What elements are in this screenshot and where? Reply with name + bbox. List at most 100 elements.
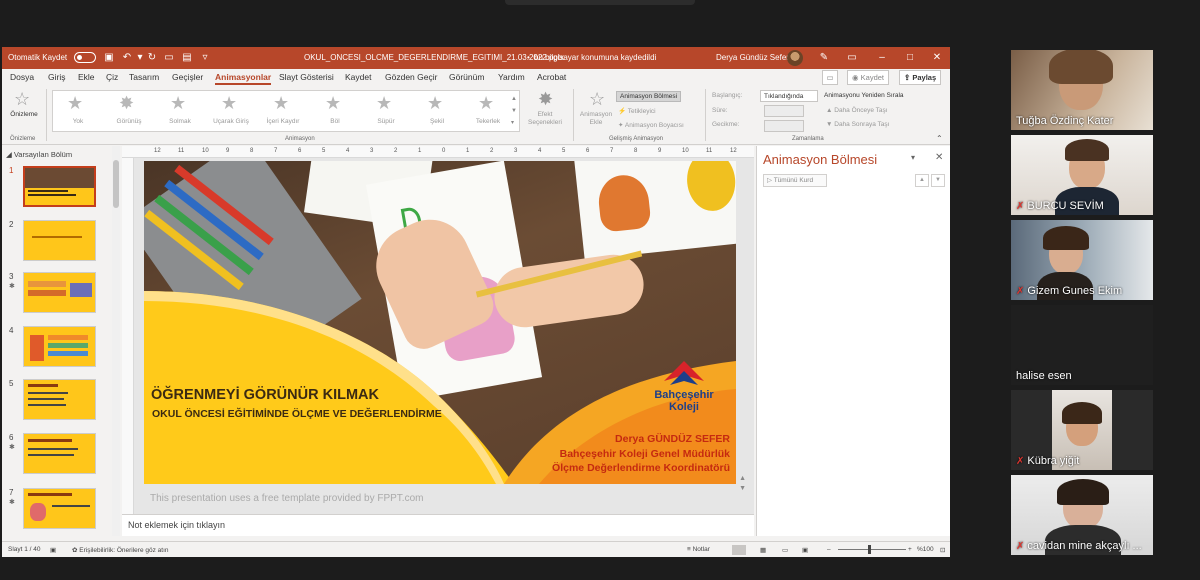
pen-icon[interactable]: ✎ xyxy=(817,51,831,65)
pane-options-icon[interactable]: ▾ xyxy=(911,153,915,162)
gallery-scroll-icon[interactable]: ▲ ▼ ▾ xyxy=(511,93,517,129)
anim-none-icon[interactable]: ★ xyxy=(67,93,83,114)
move-up-icon[interactable]: ▲ xyxy=(915,174,929,187)
zoom-in-icon[interactable]: + xyxy=(908,546,912,553)
user-name[interactable]: Derya Gündüz Sefer xyxy=(716,47,789,69)
animation-painter-button[interactable]: ✦ Animasyon Boyacısı xyxy=(618,121,684,129)
tab-animasyonlar[interactable]: Animasyonlar xyxy=(215,72,272,85)
open-folder-icon[interactable]: ▭ xyxy=(162,51,176,65)
move-down-icon[interactable]: ▼ xyxy=(931,174,945,187)
tab-ciz[interactable]: Çiz xyxy=(106,72,118,82)
ribbon-display-icon[interactable]: ▭ xyxy=(845,51,859,65)
zoom-slider-thumb[interactable] xyxy=(868,545,871,554)
user-avatar[interactable] xyxy=(787,50,803,66)
anim-split-icon[interactable]: ★ xyxy=(325,93,341,114)
anim-appear-icon[interactable]: ✸ xyxy=(119,93,134,114)
slide-thumbnail-7[interactable] xyxy=(23,488,96,529)
slide-nav-icon[interactable]: ▲ ▼ xyxy=(739,474,746,494)
tab-giris[interactable]: Giriş xyxy=(48,72,65,82)
add-animation-icon[interactable]: ☆ xyxy=(589,89,605,110)
slide-thumbnail-1[interactable] xyxy=(23,166,96,207)
trigger-button[interactable]: ⚡ Tetikleyici xyxy=(618,107,656,115)
effect-options-button[interactable]: Efekt Seçenekleri xyxy=(522,111,568,127)
tab-gecisler[interactable]: Geçişler xyxy=(172,72,203,82)
tab-kaydet[interactable]: Kaydet xyxy=(345,72,371,82)
effect-options-icon[interactable]: ✸ xyxy=(538,89,553,110)
participant-tile[interactable]: halise esen xyxy=(1011,305,1153,385)
share-button[interactable]: ⇪ Paylaş xyxy=(899,70,942,85)
slideshow-view-icon[interactable]: ▣ xyxy=(802,546,808,554)
slideshow-icon[interactable]: ▤ xyxy=(180,51,194,65)
duration-input[interactable] xyxy=(764,105,804,117)
anim-float-in[interactable]: İçeri Kaydır xyxy=(257,118,309,125)
author-block[interactable]: Derya GÜNDÜZ SEFER Bahçeşehir Koleji Gen… xyxy=(552,432,730,476)
section-header[interactable]: ◢ Varsayılan Bölüm xyxy=(6,150,72,159)
undo-icon[interactable]: ↶ xyxy=(120,51,134,65)
accessibility-status[interactable]: ✿ Erişilebilirlik: Önerilere göz atın xyxy=(72,546,169,554)
slide-title[interactable]: ÖĞRENMEYİ GÖRÜNÜR KILMAK xyxy=(151,387,379,403)
anim-appear[interactable]: Görünüş xyxy=(105,118,153,125)
anim-fly-in[interactable]: Uçarak Giriş xyxy=(205,118,257,125)
anim-float-in-icon[interactable]: ★ xyxy=(273,93,289,114)
slide-thumbnail-4[interactable] xyxy=(23,326,96,367)
redo-icon[interactable]: ↻ xyxy=(145,51,159,65)
anim-fly-in-icon[interactable]: ★ xyxy=(221,93,237,114)
play-all-button[interactable]: ▷ Tümünü Kurd xyxy=(763,174,827,187)
reading-view-icon[interactable]: ▭ xyxy=(782,546,788,554)
tab-gorunum[interactable]: Görünüm xyxy=(449,72,484,82)
move-later-button[interactable]: ▼ Daha Sonraya Taşı xyxy=(826,121,889,128)
participant-tile[interactable]: Tuğba Özdinç Kater xyxy=(1011,50,1153,130)
collapse-ribbon-icon[interactable]: ⌃ xyxy=(936,134,943,143)
tab-yardim[interactable]: Yardım xyxy=(498,72,525,82)
save-icon[interactable]: ▣ xyxy=(102,51,116,65)
anim-fade-icon[interactable]: ★ xyxy=(170,93,186,114)
participant-tile[interactable]: ✗ Gizem Gunes Ekim xyxy=(1011,220,1153,300)
spellcheck-icon[interactable]: ▣ xyxy=(50,546,56,554)
notes-button[interactable]: ≡ Notlar xyxy=(687,546,710,553)
comments-icon[interactable]: ▭ xyxy=(822,70,838,85)
slide-thumbnail-5[interactable] xyxy=(23,379,96,420)
participant-tile[interactable]: ✗ Kübra yiğit xyxy=(1011,390,1153,470)
normal-view-icon[interactable] xyxy=(732,545,746,555)
anim-fade[interactable]: Solmak xyxy=(156,118,204,125)
record-button[interactable]: ◉ Kaydet xyxy=(847,70,889,85)
add-animation-button[interactable]: Animasyon Ekle xyxy=(576,111,616,127)
animation-pane-button[interactable]: Animasyon Bölmesi xyxy=(616,91,682,102)
slide-thumbnail-6[interactable] xyxy=(23,433,96,474)
maximize-icon[interactable]: □ xyxy=(903,51,917,65)
anim-shape-icon[interactable]: ★ xyxy=(427,93,443,114)
notes-pane[interactable]: Not eklemek için tıklayın xyxy=(122,514,754,536)
slide-thumbnail-3[interactable] xyxy=(23,272,96,313)
tab-tasarim[interactable]: Tasarım xyxy=(129,72,159,82)
fit-slide-icon[interactable]: ⊡ xyxy=(940,546,945,554)
start-select[interactable]: Tıklandığında xyxy=(760,90,818,102)
anim-shape[interactable]: Şekil xyxy=(413,118,461,125)
tab-dosya[interactable]: Dosya xyxy=(10,72,34,82)
zoom-out-icon[interactable]: – xyxy=(827,546,831,553)
scroll-thumb[interactable] xyxy=(113,160,119,208)
customize-qat-icon[interactable]: ▿ xyxy=(198,51,212,65)
tab-ekle[interactable]: Ekle xyxy=(78,72,95,82)
minimize-icon[interactable]: – xyxy=(875,51,889,65)
anim-wipe-icon[interactable]: ★ xyxy=(376,93,392,114)
zoom-slider[interactable] xyxy=(838,549,906,550)
close-icon[interactable]: ✕ xyxy=(930,51,944,65)
anim-wheel-icon[interactable]: ★ xyxy=(478,93,494,114)
preview-star-icon[interactable]: ☆ xyxy=(14,89,30,110)
pane-close-icon[interactable]: ✕ xyxy=(935,152,943,163)
tab-acrobat[interactable]: Acrobat xyxy=(537,72,566,82)
slide-canvas[interactable]: ÖĞRENMEYİ GÖRÜNÜR KILMAK OKUL ÖNCESİ EĞİ… xyxy=(144,161,736,484)
preview-button[interactable]: Önizleme xyxy=(6,111,42,118)
anim-split[interactable]: Böl xyxy=(311,118,359,125)
tab-slayt-gosterisi[interactable]: Slayt Gösterisi xyxy=(279,72,334,82)
participant-tile[interactable]: ✗ BURCU SEVİM xyxy=(1011,135,1153,215)
tab-gozden-gecir[interactable]: Gözden Geçir xyxy=(385,72,437,82)
slide-sorter-icon[interactable]: ▦ xyxy=(760,546,766,554)
delay-input[interactable] xyxy=(764,120,804,132)
anim-wipe[interactable]: Süpür xyxy=(362,118,410,125)
move-earlier-button[interactable]: ▲ Daha Önceye Taşı xyxy=(826,107,888,114)
anim-none[interactable]: Yok xyxy=(55,118,101,125)
anim-wheel[interactable]: Tekerlek xyxy=(464,118,512,125)
zoom-level[interactable]: %100 xyxy=(917,546,934,553)
slide-thumbnail-2[interactable] xyxy=(23,220,96,261)
